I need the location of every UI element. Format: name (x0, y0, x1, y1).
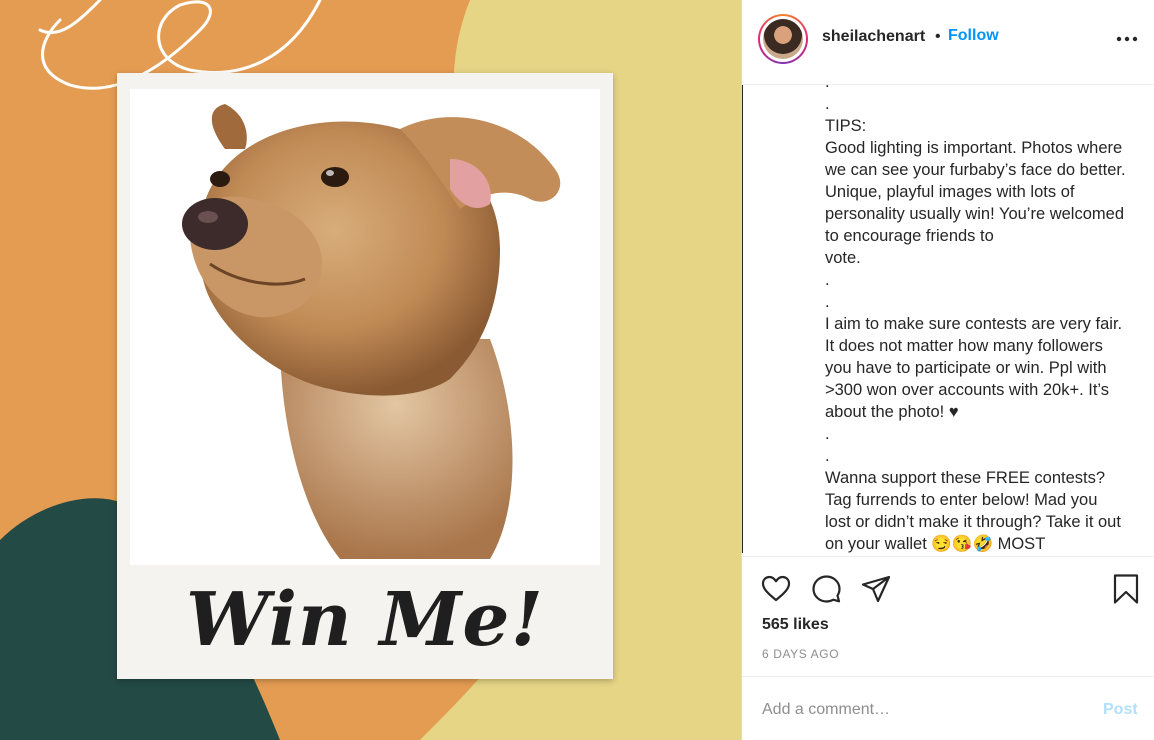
post-timestamp[interactable]: 6 DAYS AGO (762, 647, 839, 661)
caption-line: . (825, 447, 830, 465)
caption-line: to encourage friends to (825, 227, 994, 245)
more-options-icon[interactable] (1116, 34, 1138, 44)
comment-icon[interactable] (810, 573, 842, 605)
share-icon[interactable] (860, 573, 892, 605)
bookmark-icon[interactable] (1110, 573, 1142, 605)
caption-line: vote. (825, 249, 861, 267)
caption-line: >300 won over accounts with 20k+. It’s (825, 381, 1110, 399)
caption-line: It does not matter how many followers (825, 337, 1103, 355)
caption-line: . (825, 293, 830, 311)
comment-input[interactable] (762, 697, 1082, 723)
username-link[interactable]: sheilachenart (822, 28, 925, 46)
post-side-panel: sheilachenart • Follow .. TIPS: Good light… (741, 0, 1154, 740)
post-image[interactable]: Win Me! (0, 0, 741, 740)
caption-line: . (825, 85, 1150, 93)
caption-line: lost or didn’t make it through? Take it … (825, 513, 1121, 531)
follow-button[interactable]: Follow (948, 27, 999, 45)
post-header: sheilachenart • Follow (742, 0, 1154, 85)
caption-line: Tag furrends to enter below! Mad you (825, 491, 1098, 509)
comment-bar: Post (742, 676, 1154, 740)
caption-line: we can see your furbaby’s face do better… (825, 161, 1126, 179)
caption-line: I aim to make sure contests are very fai… (825, 315, 1123, 333)
caption-line: Good lighting is important. Photos where (825, 139, 1123, 157)
dog-illustration (182, 104, 561, 559)
avatar-photo (763, 19, 803, 59)
caption-line: . (825, 95, 830, 113)
caption-line: you have to participate or win. Ppl with (825, 359, 1107, 377)
caption-scroll-area[interactable]: .. TIPS: Good lighting is important. Photo… (742, 85, 1154, 553)
post-comment-button[interactable]: Post (1103, 701, 1138, 719)
polaroid-caption: Win Me! (186, 577, 544, 663)
caption-line: personality usually win! You’re welcomed (825, 205, 1124, 223)
caption-line: on your wallet 😏😘🤣 MOST (825, 535, 1046, 553)
avatar-border (760, 16, 806, 62)
post-caption: .. TIPS: Good lighting is important. Photo… (825, 85, 1150, 553)
header-separator: • (935, 28, 941, 45)
likes-count[interactable]: 565 likes (762, 616, 829, 634)
polaroid-frame: Win Me! (117, 73, 613, 679)
caption-line: Wanna support these FREE contests? (825, 469, 1106, 487)
caption-line: . (825, 425, 830, 443)
caption-line: TIPS: (825, 117, 867, 135)
caption-line: about the photo! ♥ (825, 403, 959, 421)
heart-icon[interactable] (760, 573, 792, 605)
caption-line: Unique, playful images with lots of (825, 183, 1075, 201)
post-actions: 565 likes 6 DAYS AGO (742, 556, 1154, 676)
avatar[interactable] (758, 14, 808, 64)
dog-portrait (130, 89, 600, 565)
caption-line: . (825, 271, 830, 289)
